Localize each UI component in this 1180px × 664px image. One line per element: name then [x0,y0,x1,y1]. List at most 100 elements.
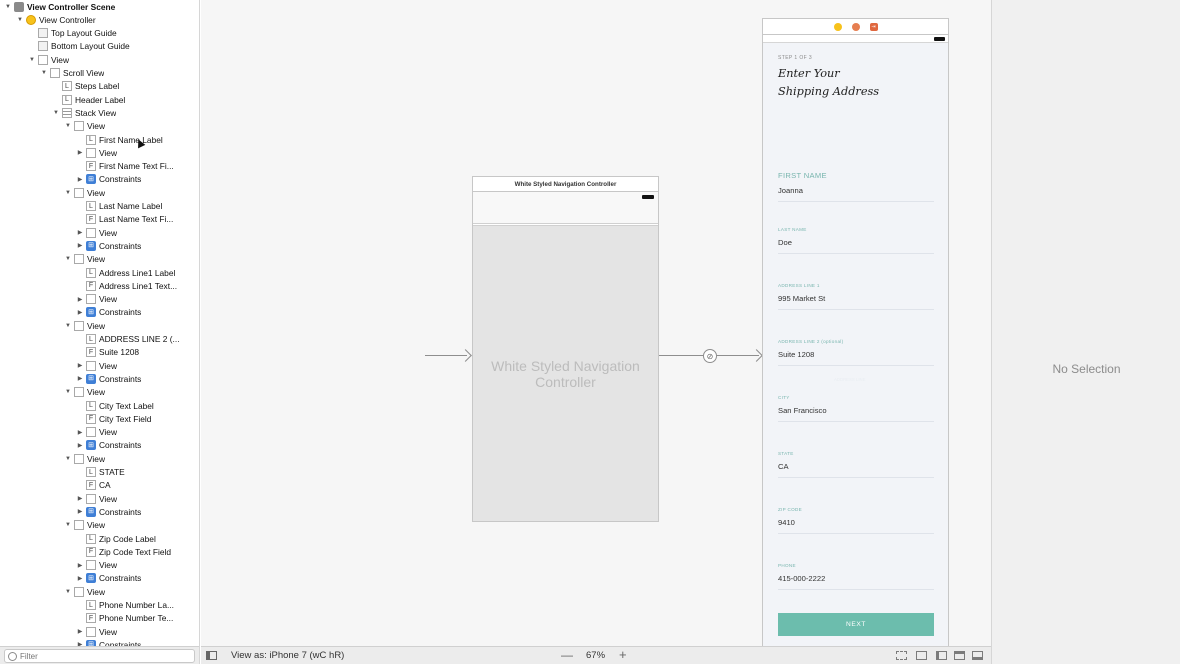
outline-item[interactable]: ▼ View [0,120,199,133]
first-responder-icon[interactable] [851,22,860,31]
field-text-input[interactable]: 995 Market St [778,294,934,303]
outline-item[interactable]: ▶ View [0,359,199,372]
outline-item[interactable]: Bottom Layout Guide [0,40,199,53]
outline-item[interactable]: L Steps Label [0,80,199,93]
outline-item[interactable]: L Address Line1 Label [0,266,199,279]
outline-item[interactable]: ▶ ⊞ Constraints [0,173,199,186]
outline-item[interactable]: ▼ View [0,386,199,399]
outline-item[interactable]: ▶ View [0,146,199,159]
outline-item[interactable]: ▼ View [0,452,199,465]
outline-item[interactable]: ▼ View Controller Scene [0,0,199,13]
disclosure-right-icon[interactable]: ▶ [76,440,84,450]
outline-item[interactable]: ▶ View [0,492,199,505]
outline-item[interactable]: ▼ Stack View [0,106,199,119]
field-label[interactable]: FIRST NAME [778,171,934,180]
outline-item[interactable]: Top Layout Guide [0,27,199,40]
navigation-bar[interactable] [473,192,658,224]
field-text-input[interactable]: 415-000-2222 [778,574,934,583]
outline-item[interactable]: ▶ View [0,625,199,638]
disclosure-right-icon[interactable]: ▶ [76,241,84,251]
field-text-input[interactable]: CA [778,462,934,471]
outline-item[interactable]: ▶ View [0,293,199,306]
update-frames-icon[interactable] [896,651,907,660]
outline-item[interactable]: F Suite 1208 [0,346,199,359]
outline-toggle-icon[interactable] [206,651,217,660]
disclosure-down-icon[interactable]: ▼ [52,108,60,118]
header-label[interactable]: Enter Your Shipping Address [778,65,928,101]
outline-item[interactable]: F CA [0,479,199,492]
disclosure-down-icon[interactable]: ▼ [64,254,72,264]
field-text-input[interactable]: Joanna [778,186,934,195]
outline-item[interactable]: F Address Line1 Text... [0,279,199,292]
outline-item[interactable]: L Header Label [0,93,199,106]
outline-item[interactable]: L STATE [0,466,199,479]
disclosure-down-icon[interactable]: ▼ [64,321,72,331]
outline-item[interactable]: ▼ View Controller [0,13,199,26]
outline-item[interactable]: ▶ ⊞ Constraints [0,239,199,252]
outline-item[interactable]: ▶ ⊞ Constraints [0,572,199,585]
disclosure-right-icon[interactable]: ▶ [76,573,84,583]
field-label[interactable]: ADDRESS LINE 2 (optional) [778,339,934,344]
disclosure-right-icon[interactable]: ▶ [76,294,84,304]
outline-item[interactable]: L Last Name Label [0,200,199,213]
disclosure-down-icon[interactable]: ▼ [64,387,72,397]
outline-item[interactable]: ▶ ⊞ Constraints [0,372,199,385]
outline-item[interactable]: ▶ View [0,226,199,239]
disclosure-down-icon[interactable]: ▼ [28,55,36,65]
field-text-input[interactable]: San Francisco [778,406,934,415]
navigation-controller-scene[interactable]: White Styled Navigation Controller White… [472,176,659,522]
disclosure-down-icon[interactable]: ▼ [64,454,72,464]
outline-item[interactable]: ▼ View [0,53,199,66]
outline-item[interactable]: L Phone Number La... [0,599,199,612]
disclosure-down-icon[interactable]: ▼ [16,15,24,25]
outline-item[interactable]: ▼ View [0,519,199,532]
storyboard-canvas[interactable]: White Styled Navigation Controller White… [201,0,991,646]
outline-item[interactable]: F First Name Text Fi... [0,160,199,173]
outline-item[interactable]: ▼ Scroll View [0,67,199,80]
disclosure-right-icon[interactable]: ▶ [76,374,84,384]
filter-input[interactable] [20,651,180,661]
outline-item[interactable]: ▼ View [0,319,199,332]
disclosure-right-icon[interactable]: ▶ [76,361,84,371]
align-icon[interactable] [936,651,947,660]
field-label[interactable]: ADDRESS LINE 1 [778,283,934,288]
disclosure-right-icon[interactable]: ▶ [76,174,84,184]
outline-item[interactable]: L Zip Code Label [0,532,199,545]
disclosure-down-icon[interactable]: ▼ [64,520,72,530]
disclosure-right-icon[interactable]: ▶ [76,494,84,504]
nav-controller-body[interactable]: White Styled Navigation Controller [473,225,658,521]
disclosure-right-icon[interactable]: ▶ [76,507,84,517]
outline-item[interactable]: F Last Name Text Fi... [0,213,199,226]
filter-box[interactable] [4,649,195,663]
disclosure-down-icon[interactable]: ▼ [4,2,12,12]
field-text-input[interactable]: Doe [778,238,934,247]
disclosure-right-icon[interactable]: ▶ [76,427,84,437]
disclosure-down-icon[interactable]: ▼ [64,121,72,131]
disclosure-down-icon[interactable]: ▼ [40,68,48,78]
outline-item[interactable]: L First Name Label [0,133,199,146]
outline-item[interactable]: F Zip Code Text Field [0,545,199,558]
view-controller-icon[interactable] [833,22,842,31]
view-controller-scene[interactable]: ⇥ STEP 1 OF 3 Enter Your Shipping Addres… [762,18,949,646]
outline-item[interactable]: F City Text Field [0,412,199,425]
field-text-input[interactable]: 9410 [778,518,934,527]
zoom-out-button[interactable]: — [561,648,573,662]
exit-icon[interactable]: ⇥ [869,22,878,31]
disclosure-right-icon[interactable]: ▶ [76,307,84,317]
field-label[interactable]: STATE [778,451,934,456]
resolve-issues-icon[interactable] [972,651,983,660]
field-label[interactable]: LAST NAME [778,227,934,232]
segue-link-icon[interactable]: ⊘ [703,349,717,363]
outline-item[interactable]: F Phone Number Te... [0,612,199,625]
nav-scene-title[interactable]: White Styled Navigation Controller [473,177,658,192]
disclosure-right-icon[interactable]: ▶ [76,228,84,238]
add-constraints-icon[interactable] [954,651,965,660]
disclosure-down-icon[interactable]: ▼ [64,188,72,198]
zoom-in-button[interactable]: + [619,647,627,662]
outline-item[interactable]: ▶ ⊞ Constraints [0,306,199,319]
embed-in-stack-icon[interactable] [916,651,927,660]
disclosure-right-icon[interactable]: ▶ [76,627,84,637]
outline-item[interactable]: ▶ ⊞ Constraints [0,505,199,518]
outline-item[interactable]: L City Text Label [0,399,199,412]
field-label[interactable]: PHONE [778,563,934,568]
